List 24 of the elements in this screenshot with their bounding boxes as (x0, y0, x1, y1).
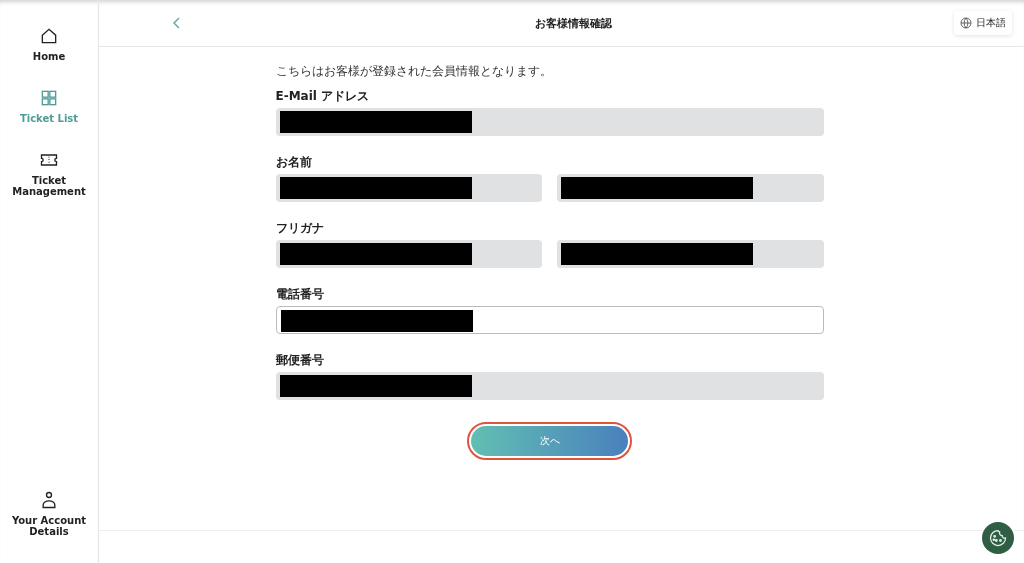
home-icon (39, 26, 59, 46)
chevron-left-icon (171, 16, 183, 30)
sidebar-item[interactable]: Home (4, 26, 94, 62)
input-field[interactable] (275, 108, 824, 136)
field-label: フリガナ (275, 221, 325, 235)
input-field[interactable] (275, 372, 824, 400)
input-field[interactable] (275, 240, 542, 268)
input-field[interactable] (275, 174, 542, 202)
field-label: E-Mail アドレス (275, 89, 371, 103)
input-field[interactable] (557, 174, 824, 202)
field-label: 電話番号 (275, 287, 325, 301)
grid-icon (39, 88, 59, 108)
globe-icon (960, 17, 972, 29)
sidebar-item[interactable]: Ticket Management (4, 150, 94, 197)
intro-text: こちらはお客様が登録された会員情報となります。 (275, 64, 553, 78)
cookie-icon (988, 528, 1008, 548)
language-button[interactable]: 日本語 (954, 11, 1012, 35)
sidebar-item[interactable]: Your Account Details (4, 490, 94, 537)
field-label: お名前 (275, 155, 313, 169)
input-field[interactable] (275, 306, 824, 334)
input-field[interactable] (557, 240, 824, 268)
page-title: お客様情報確認 (535, 15, 612, 31)
cookie-button[interactable] (982, 522, 1014, 554)
field-label: 郵便番号 (275, 353, 325, 367)
